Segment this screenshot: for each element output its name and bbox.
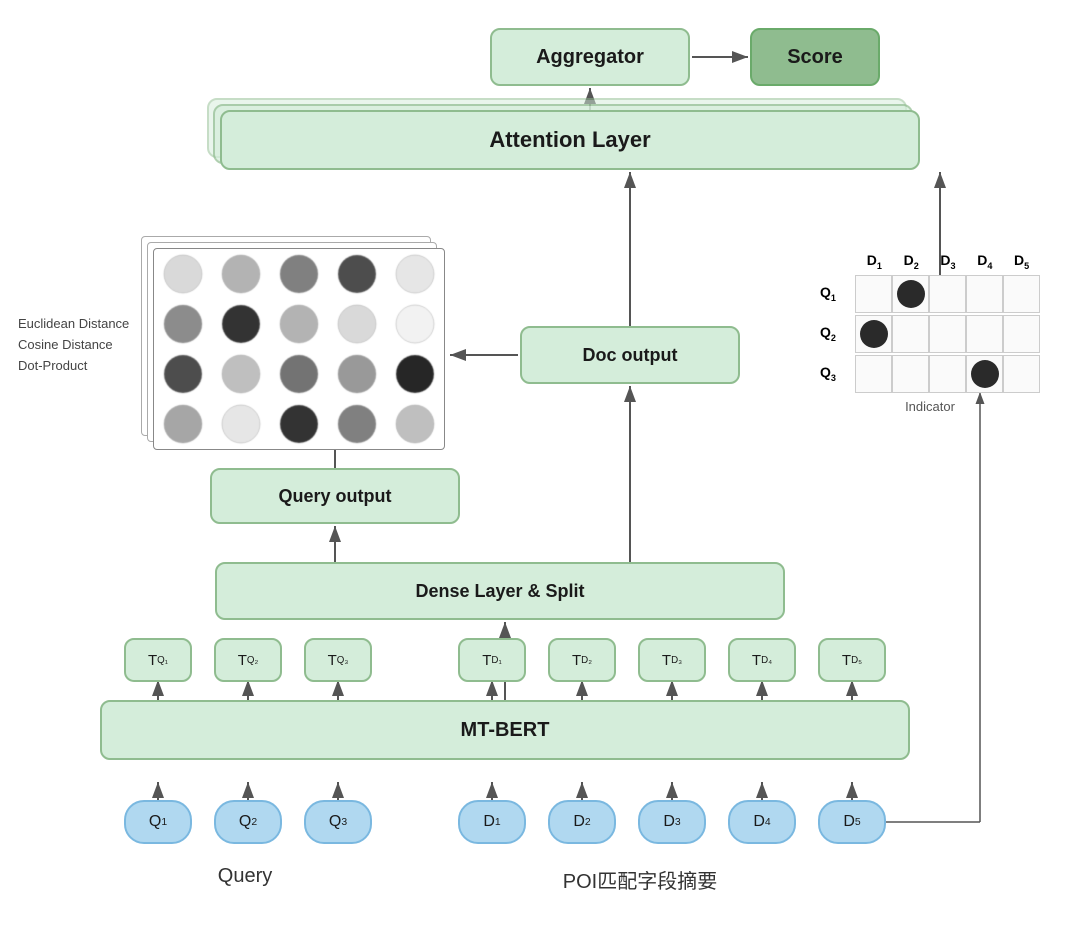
- distance-labels: Euclidean Distance Cosine Distance Dot-P…: [18, 316, 129, 373]
- score-box: Score: [750, 28, 880, 86]
- indicator-grid: Q1Q2Q3: [820, 275, 1040, 393]
- input-q1: Q1: [124, 800, 192, 844]
- token-tq2: TQ₂: [214, 638, 282, 682]
- query-label: Query: [185, 865, 305, 888]
- doc-output-box: Doc output: [520, 326, 740, 384]
- poi-label: POI匹配字段摘要: [500, 865, 780, 894]
- dotproduct-label: Dot-Product: [18, 358, 129, 373]
- input-d2: D2: [548, 800, 616, 844]
- ind-col-d4: D4: [966, 252, 1003, 271]
- attention-layer-box: Attention Layer: [220, 110, 920, 170]
- cosine-label: Cosine Distance: [18, 337, 129, 352]
- input-d3: D3: [638, 800, 706, 844]
- input-q3: Q3: [304, 800, 372, 844]
- dense-layer-box: Dense Layer & Split: [215, 562, 785, 620]
- input-q2: Q2: [214, 800, 282, 844]
- token-td2: TD₂: [548, 638, 616, 682]
- indicator-container: D1 D2 D3 D4 D5 Q1Q2Q3 Indicator: [820, 252, 1040, 414]
- token-td4: TD₄: [728, 638, 796, 682]
- input-d5: D5: [818, 800, 886, 844]
- input-d1: D1: [458, 800, 526, 844]
- token-td1: TD₁: [458, 638, 526, 682]
- dot-matrix: [153, 248, 445, 450]
- ind-col-d3: D3: [930, 252, 967, 271]
- query-output-box: Query output: [210, 468, 460, 524]
- indicator-label: Indicator: [820, 399, 1040, 414]
- ind-col-d2: D2: [893, 252, 930, 271]
- mt-bert-box: MT-BERT: [100, 700, 910, 760]
- input-d4: D4: [728, 800, 796, 844]
- ind-col-d1: D1: [856, 252, 893, 271]
- token-td5: TD₅: [818, 638, 886, 682]
- aggregator-box: Aggregator: [490, 28, 690, 86]
- token-tq3: TQ₃: [304, 638, 372, 682]
- ind-col-d5: D5: [1003, 252, 1040, 271]
- euclidean-label: Euclidean Distance: [18, 316, 129, 331]
- token-tq1: TQ₁: [124, 638, 192, 682]
- token-td3: TD₃: [638, 638, 706, 682]
